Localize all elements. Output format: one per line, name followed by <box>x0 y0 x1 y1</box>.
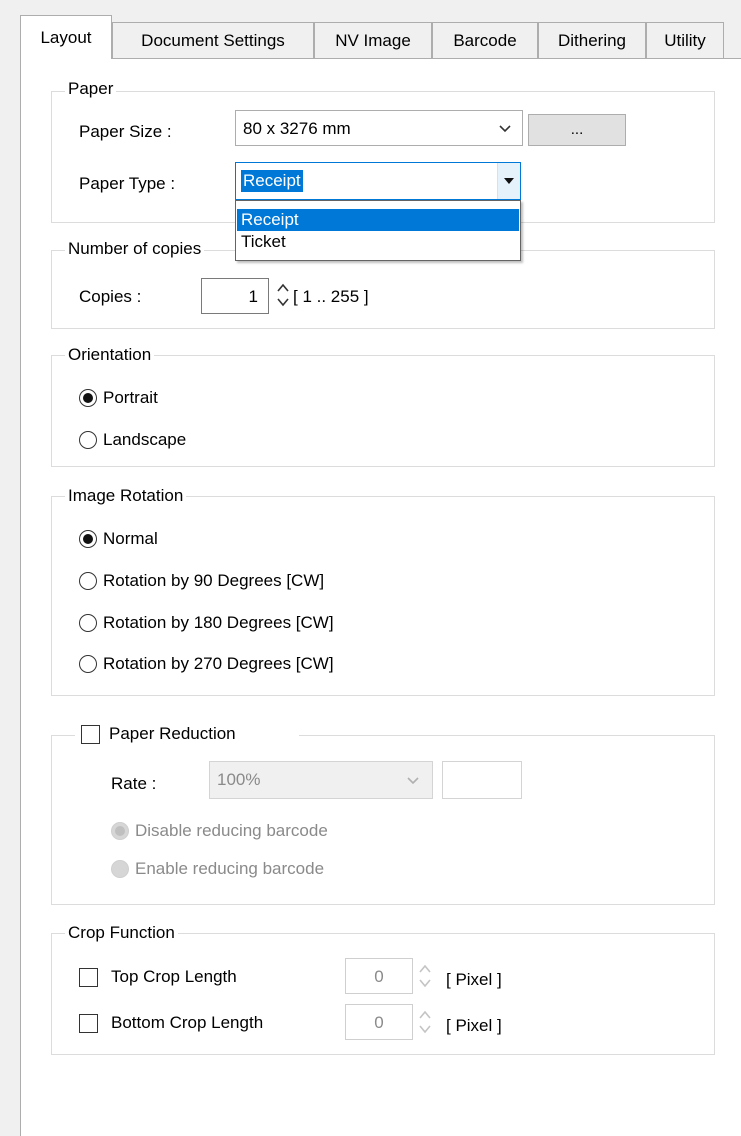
top-crop-checkbox[interactable] <box>79 968 98 987</box>
dropdown-option-ticket[interactable]: Ticket <box>237 231 519 253</box>
tab-barcode[interactable]: Barcode <box>432 22 538 58</box>
rate-select[interactable]: 100% <box>209 761 433 799</box>
rotation-180-radio[interactable] <box>79 614 97 632</box>
rotation-90-radio[interactable] <box>79 572 97 590</box>
paper-reduction-label[interactable]: Paper Reduction <box>109 723 236 745</box>
portrait-label[interactable]: Portrait <box>103 387 158 409</box>
copies-label: Copies : <box>79 287 142 306</box>
rate-custom-input[interactable] <box>442 761 522 799</box>
copies-legend: Number of copies <box>65 239 205 259</box>
bottom-crop-checkbox[interactable] <box>79 1014 98 1033</box>
paper-size-browse-button[interactable]: ... <box>528 114 626 146</box>
rotation-normal-radio[interactable] <box>79 530 97 548</box>
portrait-radio[interactable] <box>79 389 97 407</box>
copies-group <box>51 250 715 329</box>
bottom-crop-label[interactable]: Bottom Crop Length <box>111 1012 263 1034</box>
paper-type-value: Receipt <box>241 170 303 192</box>
bottom-crop-input[interactable]: 0 <box>345 1004 413 1040</box>
tab-utility[interactable]: Utility <box>646 22 724 58</box>
top-crop-label[interactable]: Top Crop Length <box>111 966 237 988</box>
chevron-down-icon <box>407 777 419 785</box>
dropdown-option-receipt[interactable]: Receipt <box>237 209 519 231</box>
disable-reducing-barcode-radio[interactable] <box>111 822 129 840</box>
rotation-90-label[interactable]: Rotation by 90 Degrees [CW] <box>103 570 324 592</box>
disable-reducing-barcode-label[interactable]: Disable reducing barcode <box>135 820 328 842</box>
spin-updown-icon[interactable] <box>418 960 432 992</box>
spin-updown-icon[interactable] <box>276 279 290 311</box>
image-rotation-legend: Image Rotation <box>65 486 187 506</box>
tab-document-settings[interactable]: Document Settings <box>112 22 314 58</box>
orientation-legend: Orientation <box>65 345 155 365</box>
paper-reduction-checkbox[interactable] <box>81 725 100 744</box>
copies-range: [ 1 .. 255 ] <box>293 287 369 306</box>
paper-type-select[interactable]: Receipt <box>235 162 521 200</box>
paper-size-label: Paper Size : <box>79 122 172 141</box>
tab-dithering[interactable]: Dithering <box>538 22 646 58</box>
tab-panel: Paper Paper Size : 80 x 3276 mm ... Pape… <box>20 58 741 1136</box>
landscape-label[interactable]: Landscape <box>103 429 186 451</box>
tab-layout[interactable]: Layout <box>20 15 112 59</box>
paper-type-dropdown-button[interactable] <box>497 163 520 199</box>
tab-nv-image[interactable]: NV Image <box>314 22 432 58</box>
paper-type-dropdown-list: Receipt Ticket <box>235 200 521 261</box>
paper-size-select[interactable]: 80 x 3276 mm <box>235 110 523 146</box>
top-crop-unit: [ Pixel ] <box>446 970 502 989</box>
chevron-down-icon <box>504 178 514 184</box>
rate-value: 100% <box>217 770 261 789</box>
enable-reducing-barcode-radio[interactable] <box>111 860 129 878</box>
paper-size-value: 80 x 3276 mm <box>243 119 351 138</box>
rate-label: Rate : <box>111 774 157 793</box>
landscape-radio[interactable] <box>79 431 97 449</box>
rotation-normal-label[interactable]: Normal <box>103 528 158 550</box>
rotation-180-label[interactable]: Rotation by 180 Degrees [CW] <box>103 612 334 634</box>
paper-legend: Paper <box>65 79 117 99</box>
spin-updown-icon[interactable] <box>418 1006 432 1038</box>
crop-function-legend: Crop Function <box>65 923 178 943</box>
rotation-270-radio[interactable] <box>79 655 97 673</box>
copies-input[interactable]: 1 <box>201 278 269 314</box>
enable-reducing-barcode-label[interactable]: Enable reducing barcode <box>135 858 324 880</box>
paper-type-label: Paper Type : <box>79 174 176 193</box>
bottom-crop-unit: [ Pixel ] <box>446 1016 502 1035</box>
top-crop-input[interactable]: 0 <box>345 958 413 994</box>
chevron-down-icon <box>499 125 511 133</box>
rotation-270-label[interactable]: Rotation by 270 Degrees [CW] <box>103 653 334 675</box>
